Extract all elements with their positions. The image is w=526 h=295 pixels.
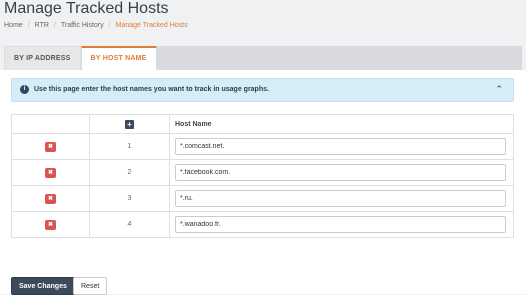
breadcrumb-rtr[interactable]: RTR xyxy=(35,22,49,29)
delete-row-button[interactable]: ✖ xyxy=(45,141,56,152)
reset-button[interactable]: Reset xyxy=(73,277,108,295)
host-name-input[interactable] xyxy=(175,164,506,181)
tab-content: i Use this page enter the host names you… xyxy=(0,70,526,295)
info-icon: i xyxy=(20,85,29,94)
breadcrumb: Home / RTR / Traffic History / Manage Tr… xyxy=(4,22,188,29)
row-index: 3 xyxy=(89,185,170,212)
table-row: ✖ 1 xyxy=(11,133,514,160)
row-index: 1 xyxy=(89,133,170,160)
header-host-name: Host Name xyxy=(169,114,514,134)
breadcrumb-home[interactable]: Home xyxy=(4,22,23,29)
header-add-col: + xyxy=(89,114,170,134)
breadcrumb-current: Manage Tracked Hosts xyxy=(115,22,188,29)
row-index: 4 xyxy=(89,211,170,238)
host-name-input[interactable] xyxy=(175,216,506,233)
header-delete-col xyxy=(11,114,90,134)
table-row: ✖ 3 xyxy=(11,185,514,212)
breadcrumb-separator: / xyxy=(108,22,111,29)
table-header-row: + Host Name xyxy=(11,114,514,134)
host-name-input[interactable] xyxy=(175,190,506,207)
hosts-table: + Host Name ✖ 1 ✖ 2 ✖ 3 xyxy=(11,114,514,238)
tab-by-host-name[interactable]: BY HOST NAME xyxy=(80,46,157,70)
tabs: BY IP ADDRESS BY HOST NAME xyxy=(4,46,157,70)
alert-message: Use this page enter the host names you w… xyxy=(34,86,269,93)
main-panel: BY IP ADDRESS BY HOST NAME i Use this pa… xyxy=(0,46,526,295)
save-changes-button[interactable]: Save Changes xyxy=(11,277,75,295)
table-row: ✖ 2 xyxy=(11,159,514,186)
page-title: Manage Tracked Hosts xyxy=(4,0,169,17)
breadcrumb-separator: / xyxy=(27,22,30,29)
row-index: 2 xyxy=(89,159,170,186)
host-name-input[interactable] xyxy=(175,138,506,155)
delete-row-button[interactable]: ✖ xyxy=(45,167,56,178)
chevron-up-icon[interactable]: ⌃ xyxy=(495,84,503,95)
info-alert: i Use this page enter the host names you… xyxy=(11,78,514,102)
breadcrumb-separator: / xyxy=(53,22,56,29)
breadcrumb-traffic-history[interactable]: Traffic History xyxy=(61,22,104,29)
delete-row-button[interactable]: ✖ xyxy=(45,219,56,230)
delete-row-button[interactable]: ✖ xyxy=(45,193,56,204)
tab-by-ip-address[interactable]: BY IP ADDRESS xyxy=(4,46,81,70)
table-row: ✖ 4 xyxy=(11,211,514,238)
plus-icon[interactable]: + xyxy=(125,119,134,129)
